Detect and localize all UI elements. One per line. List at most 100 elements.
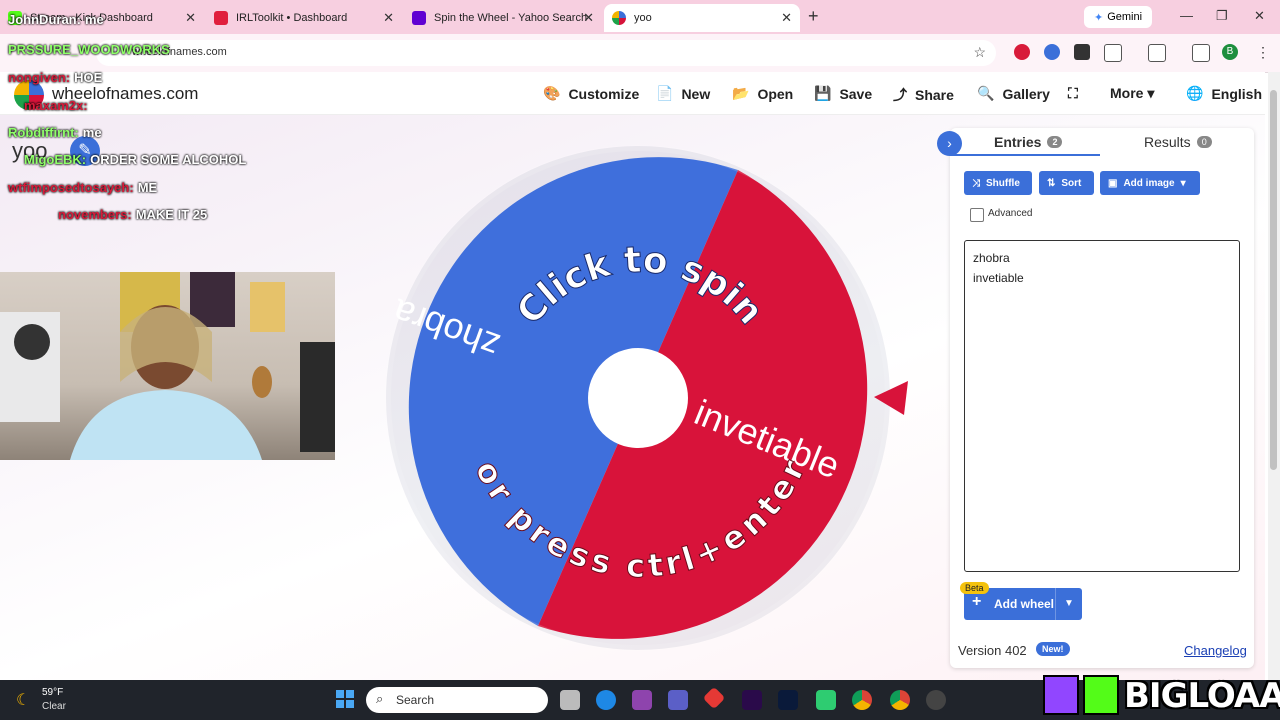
chat-message: nongiven: HOE [8, 70, 102, 85]
plus-icon: + [972, 593, 982, 610]
fullscreen-button[interactable]: ⛶ [1068, 85, 1078, 102]
brand-logos [1043, 675, 1119, 715]
kebab-menu-icon[interactable]: ⋮ [1256, 44, 1272, 60]
nav-label: English [1211, 85, 1262, 102]
moon-weather-icon[interactable]: ☾ [16, 690, 30, 710]
folder-icon: 📂 [732, 85, 750, 101]
tab-label: Results [1144, 134, 1191, 150]
kick-brand-overlay: BIGLOAAF [1040, 670, 1280, 720]
nav-save[interactable]: 💾 Save [814, 85, 872, 102]
omnibox[interactable]: wheelofnames.com ☆ [96, 40, 996, 66]
nav-language[interactable]: 🌐 English [1186, 85, 1262, 102]
guitar [252, 366, 272, 398]
browser-tab-bar: Stream - Kick Dashboard ✕ IRLToolkit • D… [0, 0, 1280, 34]
changelog-link[interactable]: Changelog [1184, 643, 1247, 658]
photoshop-icon[interactable] [778, 690, 798, 710]
tab-yahoo-search[interactable]: Spin the Wheel - Yahoo Search ✕ [404, 4, 602, 32]
new-file-icon: 📄 [656, 85, 674, 101]
nav-open[interactable]: 📂 Open [732, 85, 793, 102]
nav-more[interactable]: More ▾ [1110, 85, 1154, 102]
button-label: Sort [1061, 177, 1082, 189]
new-badge: New! [1036, 642, 1070, 656]
add-image-button[interactable]: ▣ Add image ▾ [1100, 171, 1200, 195]
nav-label: Gallery [1002, 85, 1050, 102]
fan [14, 324, 50, 360]
close-tab-icon[interactable]: ✕ [383, 10, 394, 26]
shuffle-button[interactable]: ⤨ Shuffle [964, 171, 1032, 195]
streaming-app-icon[interactable] [816, 690, 836, 710]
nav-share[interactable]: ⤴ Share [893, 85, 954, 105]
file-explorer-icon[interactable] [560, 690, 580, 710]
wheel-center-hub[interactable] [588, 348, 688, 448]
close-tab-icon[interactable]: ✕ [781, 10, 792, 26]
spin-wheel[interactable]: zhobra invetiable Click to spin or press… [380, 140, 900, 660]
nav-label: More ▾ [1110, 85, 1155, 101]
app-icon[interactable] [702, 686, 726, 710]
chrome-icon[interactable] [890, 690, 910, 710]
new-tab-icon[interactable]: + [808, 6, 819, 27]
cast-icon[interactable] [1148, 44, 1166, 62]
twitch-logo-icon [1043, 675, 1079, 715]
tab-results[interactable]: Results 0 [1144, 134, 1212, 150]
gemini-button[interactable]: ✦ Gemini [1084, 6, 1152, 28]
active-tab-indicator [950, 154, 1100, 156]
bookmark-star-icon[interactable]: ☆ [973, 44, 986, 61]
close-tab-icon[interactable]: ✕ [185, 10, 196, 26]
chat-text: me [82, 125, 102, 140]
tab-entries[interactable]: Entries 2 [994, 134, 1063, 150]
irltoolkit-favicon-icon [214, 11, 228, 25]
restore-icon[interactable]: ❐ [1216, 8, 1228, 24]
palette-icon: 🎨 [543, 85, 561, 101]
sort-icon: ⇅ [1047, 177, 1056, 189]
page-scrollbar[interactable] [1268, 72, 1280, 680]
advanced-label: Advanced [988, 208, 1033, 219]
wheel-pointer-arrow [874, 381, 908, 415]
chat-message: PRSSURE_WOODWORKS [8, 42, 174, 57]
windows-start-icon[interactable] [336, 690, 354, 708]
nav-customize[interactable]: 🎨 Customize [543, 85, 639, 102]
minimize-icon[interactable]: — [1180, 8, 1193, 23]
chevron-down-icon[interactable]: ▼ [1055, 588, 1082, 620]
pointer-shape [874, 381, 908, 415]
chat-message: MigoEBK: ORDER SOME ALCOHOL [24, 152, 246, 167]
chat-text: MAKE IT 25 [135, 207, 208, 222]
weather-condition[interactable]: Clear [42, 701, 66, 712]
sort-button[interactable]: ⇅ Sort [1039, 171, 1094, 195]
entry-line: invetiable [973, 271, 1024, 285]
tab-irltoolkit[interactable]: IRLToolkit • Dashboard ✕ [206, 4, 402, 32]
chat-user: Robdiffirnt: [8, 125, 79, 140]
button-label: Add wheel [994, 597, 1055, 611]
scrollbar-thumb[interactable] [1270, 90, 1277, 470]
close-tab-icon[interactable]: ✕ [583, 10, 594, 26]
window-close-icon[interactable]: ✕ [1254, 8, 1265, 24]
collapse-panel-button[interactable]: › [937, 131, 962, 156]
extension-icon[interactable] [1044, 44, 1060, 60]
weather-temp[interactable]: 59°F [42, 687, 63, 698]
nav-new[interactable]: 📄 New [656, 85, 710, 102]
nav-gallery[interactable]: 🔍 Gallery [977, 85, 1050, 102]
extension-icon[interactable] [1074, 44, 1090, 60]
chat-message: maxam2x: [24, 98, 92, 113]
entries-count-badge: 2 [1047, 136, 1063, 148]
menu-lines-icon[interactable] [1192, 44, 1210, 62]
teams-icon[interactable] [668, 690, 688, 710]
edge-icon[interactable] [596, 690, 616, 710]
chrome-icon[interactable] [852, 690, 872, 710]
shuffle-icon: ⤨ [972, 177, 980, 189]
chat-user: nongiven: [8, 70, 71, 85]
share-icon: ⤴ [893, 87, 907, 103]
profile-avatar[interactable]: B [1222, 44, 1238, 60]
taskbar-search[interactable]: ⌕ Search [366, 687, 548, 713]
obs-icon[interactable] [926, 690, 946, 710]
entries-textarea[interactable]: zhobra invetiable [964, 240, 1240, 572]
copilot-icon[interactable] [632, 690, 652, 710]
tab-yoo[interactable]: yoo ✕ [604, 4, 800, 32]
poster [250, 282, 285, 332]
search-icon: 🔍 [977, 85, 995, 101]
premiere-icon[interactable] [742, 690, 762, 710]
extension-icon[interactable] [1014, 44, 1030, 60]
globe-icon: 🌐 [1186, 85, 1204, 101]
puzzle-extensions-icon[interactable] [1104, 44, 1122, 62]
gemini-label: Gemini [1107, 11, 1143, 23]
advanced-checkbox[interactable] [970, 208, 984, 222]
